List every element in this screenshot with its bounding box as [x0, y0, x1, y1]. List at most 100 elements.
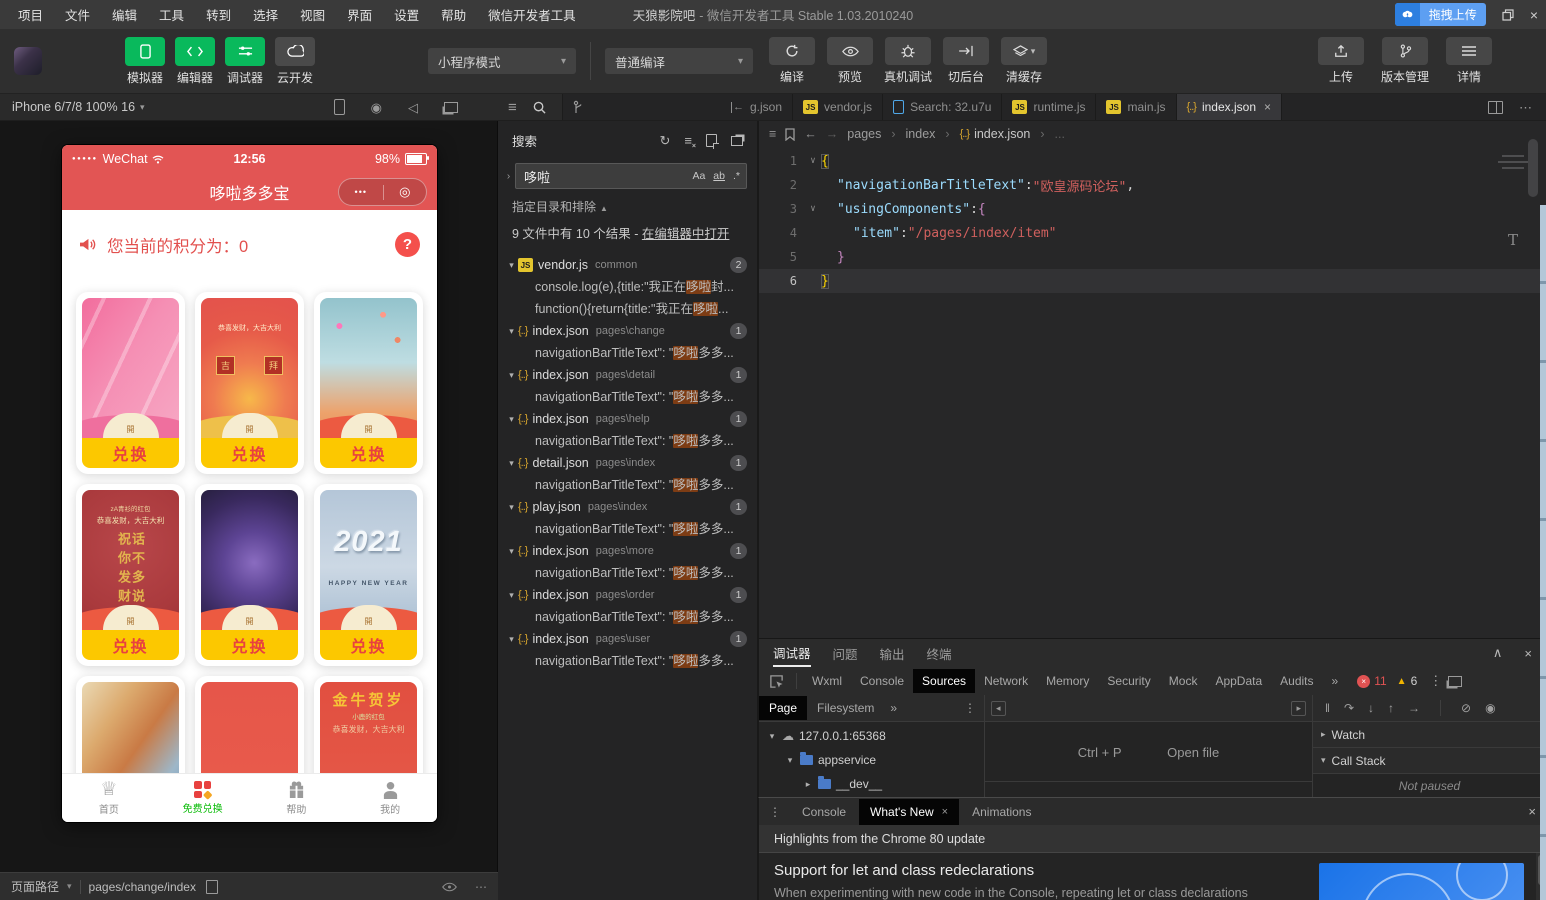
close-tab-icon[interactable]: × [942, 806, 948, 818]
result-file-row[interactable]: ▾ JS vendor.js common 2 [498, 254, 757, 276]
panel-tab-problems[interactable]: 问题 [833, 639, 858, 667]
drawer-tab-whats-new[interactable]: What's New × [859, 798, 960, 825]
clear-results-icon[interactable]: ≡ × [684, 133, 696, 150]
drawer-tab-animations[interactable]: Animations [961, 799, 1042, 825]
redeem-button[interactable]: 兑换 [82, 630, 179, 660]
step-out-icon[interactable]: ↑ [1388, 701, 1394, 715]
panel-tab-output[interactable]: 输出 [880, 639, 905, 667]
menu-view[interactable]: 视图 [290, 3, 335, 26]
float-window-icon[interactable] [444, 101, 458, 113]
result-file-row[interactable]: ▾ {..} play.json pages\index 1 [498, 496, 757, 518]
collapse-all-icon[interactable] [731, 135, 743, 146]
fold-icon[interactable]: ∨ [805, 156, 821, 166]
cloud-dev-button[interactable]: 云开发 [270, 36, 320, 86]
redeem-button[interactable]: 兑换 [320, 438, 417, 468]
nav-forward-icon[interactable]: → [826, 128, 839, 141]
breadcrumb-pages[interactable]: pages [847, 127, 881, 141]
error-badge-icon[interactable]: × [1357, 674, 1371, 688]
simulator-toggle-button[interactable]: 模拟器 [120, 36, 170, 86]
redeem-button[interactable]: 兑换 [82, 438, 179, 468]
details-button[interactable]: 详情 [1440, 37, 1498, 85]
editor-toggle-button[interactable]: 编辑器 [170, 36, 220, 86]
navigator-menu-icon[interactable]: ⋮ [964, 701, 976, 715]
pause-on-exceptions-icon[interactable]: ◉ [1485, 701, 1495, 715]
split-editor-icon[interactable] [1488, 100, 1503, 114]
menu-interface[interactable]: 界面 [337, 3, 382, 26]
more-tabs-icon[interactable]: » [1323, 669, 1348, 693]
result-file-row[interactable]: ▾ {..} index.json pages\help 1 [498, 408, 757, 430]
card-image[interactable]: 開 [320, 298, 417, 438]
card-image[interactable]: 恭喜发财，大吉大利 吉 拜 開 [201, 298, 298, 438]
regex-icon[interactable]: .* [733, 170, 740, 182]
navigator-tab-filesystem[interactable]: Filesystem [807, 696, 884, 720]
open-in-editor-link[interactable]: 在编辑器中打开 [642, 227, 730, 241]
debugger-toggle-button[interactable]: 调试器 [220, 36, 270, 86]
step-icon[interactable]: → [1408, 701, 1420, 715]
tab-search-editor[interactable]: Search: 32.u7u [883, 94, 1003, 120]
more-actions-icon[interactable]: ⋯ [1519, 101, 1532, 114]
call-stack-section[interactable]: ▾ Call Stack [1313, 748, 1546, 774]
collapse-panel-icon[interactable]: ∧ [1493, 645, 1503, 661]
devtools-tab-audits[interactable]: Audits [1271, 669, 1322, 693]
capsule-menu[interactable]: ••• ◎ [338, 178, 427, 206]
devtools-tab-wxml[interactable]: Wxml [803, 669, 851, 693]
magic-wand-icon[interactable] [572, 100, 584, 114]
breadcrumb-index[interactable]: index [906, 127, 936, 141]
devtools-menu-icon[interactable]: ⋮ [1429, 673, 1442, 689]
device-frame-icon[interactable] [333, 99, 345, 115]
deactivate-breakpoints-icon[interactable]: ⊘ [1461, 701, 1471, 715]
result-file-row[interactable]: ▾ {..} index.json pages\change 1 [498, 320, 757, 342]
result-match-row[interactable]: navigationBarTitleText": "哆啦多多... [498, 650, 757, 672]
watch-section[interactable]: ▸ Watch [1313, 722, 1546, 748]
result-file-row[interactable]: ▾ {..} detail.json pages\index 1 [498, 452, 757, 474]
help-badge[interactable]: ? [395, 232, 420, 257]
more-actions-icon[interactable]: ⋯ [475, 880, 487, 894]
step-over-icon[interactable]: ↷ [1344, 701, 1354, 715]
bookmark-icon[interactable] [785, 127, 795, 141]
screen-record-icon[interactable]: ◉ [371, 101, 382, 114]
panel-tab-terminal[interactable]: 终端 [927, 639, 952, 667]
mode-select[interactable]: 小程序模式 ▾ [428, 48, 576, 74]
tab-runtime-js[interactable]: JS runtime.js [1002, 94, 1097, 120]
scroll-tabs-left-icon[interactable]: ◂ [991, 700, 1006, 716]
preview-button[interactable]: 预览 [821, 37, 879, 85]
exit-miniprogram-icon[interactable]: ◎ [399, 184, 410, 200]
scroll-tabs-right-icon[interactable]: ▸ [1291, 700, 1306, 716]
devtools-tab-sources[interactable]: Sources [913, 669, 976, 693]
redeem-button[interactable]: 兑换 [201, 438, 298, 468]
menu-select[interactable]: 选择 [243, 3, 288, 26]
toggle-replace-chevron[interactable]: › [502, 171, 515, 182]
result-match-row[interactable]: navigationBarTitleText": "哆啦多多... [498, 562, 757, 584]
tabbar-free-redeem[interactable]: 免费兑换 [156, 774, 250, 822]
tab-main-js[interactable]: JS main.js [1096, 94, 1177, 120]
menu-tools[interactable]: 工具 [149, 3, 194, 26]
nav-back-icon[interactable]: ← [804, 128, 817, 141]
menu-goto[interactable]: 转到 [196, 3, 241, 26]
project-avatar[interactable] [14, 47, 42, 75]
chevron-down-icon[interactable]: ▾ [67, 881, 72, 892]
tabbar-help[interactable]: 帮助 [250, 774, 344, 822]
menu-file[interactable]: 文件 [55, 3, 100, 26]
close-window-icon[interactable]: × [1530, 8, 1538, 22]
pause-script-icon[interactable]: ‖ [1325, 701, 1330, 715]
editor-scrollbar-thumb[interactable] [1528, 139, 1538, 197]
refresh-results-icon[interactable]: ↻ [660, 134, 671, 147]
tabbar-home[interactable]: ♕ 首页 [62, 774, 156, 822]
article-image[interactable] [1319, 863, 1524, 900]
devtools-tab-appdata[interactable]: AppData [1206, 669, 1271, 693]
tab-g-json[interactable]: ← g.json [721, 94, 794, 120]
switch-background-button[interactable]: 切后台 [937, 37, 995, 85]
open-new-search-editor-icon[interactable] [706, 134, 719, 149]
drawer-menu-icon[interactable]: ⋮ [769, 805, 781, 819]
card-image[interactable]: 開 [201, 682, 298, 774]
tab-vendor-js[interactable]: JS vendor.js [793, 94, 884, 120]
fold-icon[interactable]: ∨ [805, 204, 821, 214]
compile-button[interactable]: 编译 [763, 37, 821, 85]
tree-item-dev[interactable]: ▸ __dev__ [759, 772, 984, 796]
step-into-icon[interactable]: ↓ [1368, 701, 1374, 715]
navigator-tab-page[interactable]: Page [759, 696, 808, 720]
more-tabs-icon[interactable]: » [890, 701, 897, 715]
result-match-row[interactable]: navigationBarTitleText": "哆啦多多... [498, 430, 757, 452]
close-panel-icon[interactable]: × [1524, 646, 1532, 661]
close-tab-icon[interactable]: × [1264, 100, 1271, 114]
